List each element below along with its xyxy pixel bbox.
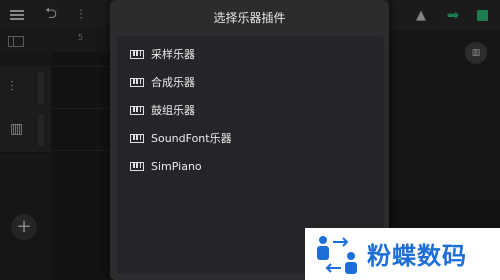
plugin-item-label: 采样乐器 xyxy=(151,48,195,61)
plugin-item-simpiano[interactable]: SimPiano xyxy=(117,152,384,180)
plugin-item-sampler[interactable]: 采样乐器 xyxy=(117,40,384,68)
keyboard-icon xyxy=(130,161,144,171)
keyboard-icon xyxy=(130,49,144,59)
dialog-title: 选择乐器插件 xyxy=(213,11,286,25)
plugin-item-label: 鼓组乐器 xyxy=(151,104,195,117)
plugin-item-soundfont[interactable]: SoundFont乐器 xyxy=(117,124,384,152)
keyboard-icon xyxy=(130,77,144,87)
plugin-item-drumkit[interactable]: 鼓组乐器 xyxy=(117,96,384,124)
watermark-logo-icon xyxy=(317,236,357,274)
keyboard-icon xyxy=(130,133,144,143)
plugin-item-synth[interactable]: 合成乐器 xyxy=(117,68,384,96)
watermark: 粉蝶数码 xyxy=(305,228,500,280)
plugin-item-label: 合成乐器 xyxy=(151,76,195,89)
plugin-item-label: SimPiano xyxy=(151,159,202,173)
watermark-text: 粉蝶数码 xyxy=(367,242,467,270)
plugin-item-label: SoundFont乐器 xyxy=(151,132,232,145)
keyboard-icon xyxy=(130,105,144,115)
